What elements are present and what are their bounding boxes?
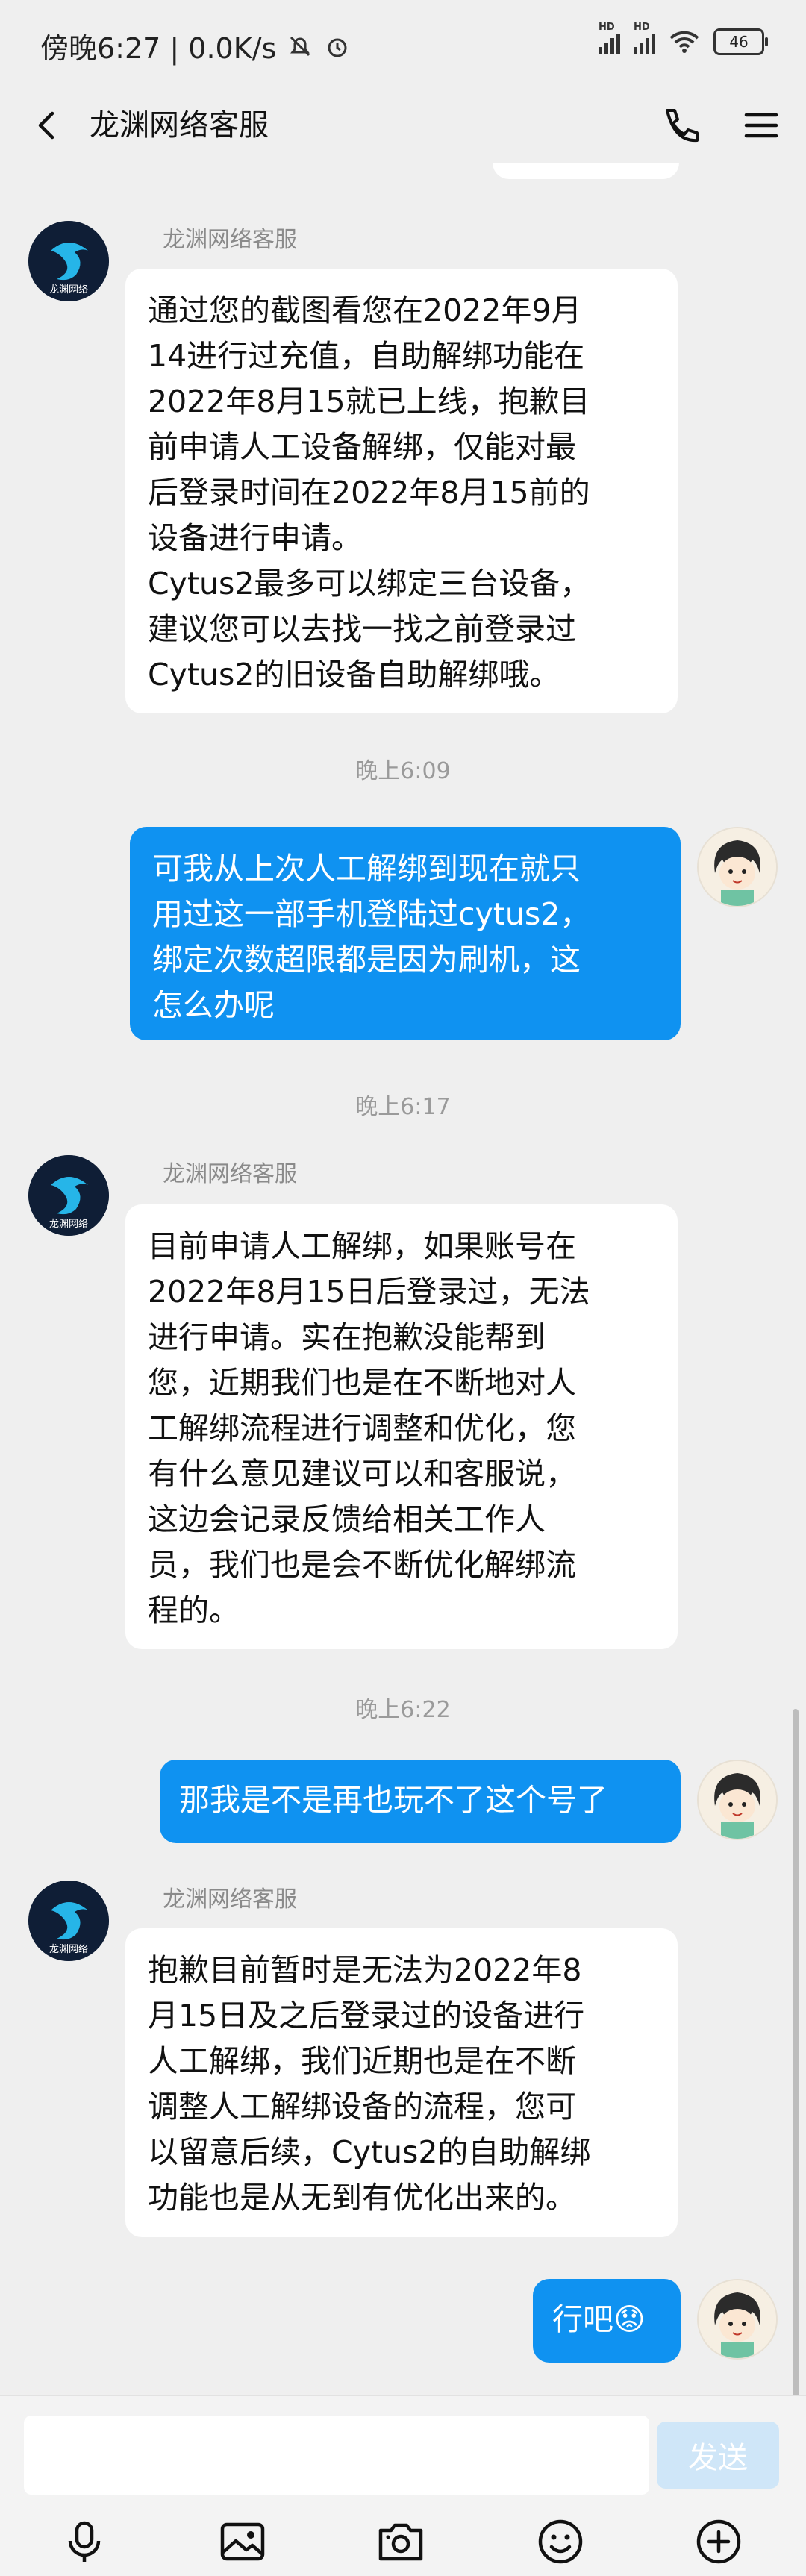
emoji-icon[interactable] (534, 2516, 587, 2568)
incoming-message-bubble[interactable]: 目前申请人工解绑，如果账号在 2022年8月15日后登录过，无法 进行申请。实在… (125, 1204, 678, 1649)
back-arrow-icon[interactable] (27, 104, 69, 146)
user-avatar[interactable] (697, 1760, 778, 1840)
outgoing-message-bubble[interactable]: 行吧😟 (533, 2279, 681, 2363)
incoming-message-bubble[interactable]: 通过您的截图看您在2022年9月 14进行过充值，自助解绑功能在 2022年8月… (125, 269, 678, 713)
outgoing-message-bubble[interactable]: 那我是不是再也玩不了这个号了 (160, 1760, 681, 1843)
status-bar: 傍晚6:27 | 0.0K/s HD HD 46 (0, 0, 806, 88)
status-right: HD HD 46 (599, 22, 768, 55)
send-button[interactable]: 发送 (657, 2422, 779, 2489)
signal-icon: HD (634, 22, 655, 54)
battery-indicator: 46 (713, 28, 768, 55)
sender-name: 龙渊网络客服 (163, 227, 297, 253)
agent-logo-icon: 龙渊网络 (28, 1881, 109, 1961)
previous-message-bubble (493, 163, 679, 179)
user-avatar-icon (699, 2280, 776, 2358)
svg-text:龙渊网络: 龙渊网络 (49, 1218, 88, 1230)
svg-text:龙渊网络: 龙渊网络 (49, 284, 88, 296)
phone-call-icon[interactable] (657, 103, 702, 148)
svg-text:龙渊网络: 龙渊网络 (49, 1943, 88, 1955)
status-time: 傍晚6:27 | 0.0K/s (40, 32, 277, 65)
muted-bell-icon (290, 36, 310, 56)
timestamp: 晚上6:22 (355, 1697, 451, 1723)
agent-avatar[interactable]: 龙渊网络 (28, 221, 109, 301)
agent-logo-icon: 龙渊网络 (28, 1155, 109, 1236)
sender-name: 龙渊网络客服 (163, 1161, 297, 1187)
user-avatar[interactable] (697, 827, 778, 907)
menu-icon[interactable] (740, 104, 782, 146)
user-avatar-icon (699, 1761, 776, 1839)
user-avatar[interactable] (697, 2279, 778, 2360)
timestamp: 晚上6:17 (355, 1094, 451, 1120)
sender-name: 龙渊网络客服 (163, 1886, 297, 1913)
message-input[interactable] (24, 2416, 649, 2495)
chat-title: 龙渊网络客服 (90, 108, 269, 143)
chat-header: 龙渊网络客服 (0, 88, 806, 163)
chat-scrollbar[interactable] (793, 1709, 799, 2448)
add-icon[interactable] (693, 2516, 745, 2568)
timestamp: 晚上6:09 (355, 758, 451, 784)
input-area: 发送 (0, 2395, 806, 2576)
microphone-icon[interactable] (58, 2516, 110, 2568)
incoming-message-bubble[interactable]: 抱歉目前暂时是无法为2022年8 月15日及之后登录过的设备进行 人工解绑，我们… (125, 1928, 678, 2237)
outgoing-message-bubble[interactable]: 可我从上次人工解绑到现在就只 用过这一部手机登陆过cytus2， 绑定次数超限都… (130, 827, 681, 1040)
alarm-icon (328, 38, 347, 57)
agent-avatar[interactable]: 龙渊网络 (28, 1881, 109, 1961)
camera-icon[interactable] (375, 2516, 427, 2568)
user-avatar-icon (699, 828, 776, 906)
signal-icon: HD (599, 22, 620, 54)
wifi-icon (669, 31, 699, 53)
chat-message-list[interactable]: 龙渊网络 龙渊网络客服 通过您的截图看您在2022年9月 14进行过充值，自助解… (0, 163, 806, 2395)
agent-logo-icon: 龙渊网络 (28, 221, 109, 301)
image-icon[interactable] (216, 2516, 269, 2568)
status-left: 傍晚6:27 | 0.0K/s (40, 25, 351, 66)
agent-avatar[interactable]: 龙渊网络 (28, 1155, 109, 1236)
